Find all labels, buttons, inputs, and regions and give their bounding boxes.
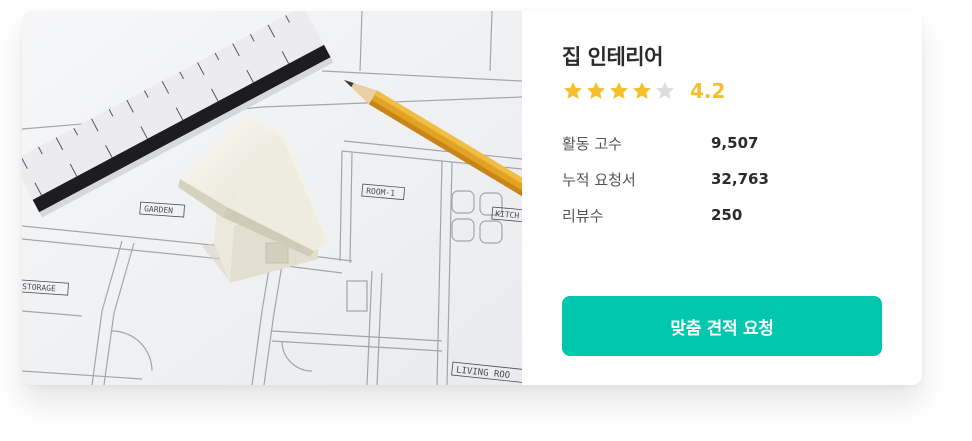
star-filled-icon (633, 82, 651, 99)
stat-label: 누적 요청서 (562, 170, 636, 189)
request-quote-button[interactable]: 맞춤 견적 요청 (562, 296, 882, 356)
stat-row-requests: 누적 요청서 32,763 (562, 161, 882, 197)
category-title: 집 인테리어 (562, 45, 663, 69)
stat-label: 활동 고수 (562, 134, 622, 153)
category-card[interactable]: GARDEN ROOM-1 KITCH STORAGE LIVING ROO 집… (22, 11, 922, 385)
stat-row-reviews: 리뷰수 250 (562, 197, 882, 233)
star-filled-icon (564, 82, 582, 99)
category-photo: GARDEN ROOM-1 KITCH STORAGE LIVING ROO (22, 11, 522, 385)
stat-value: 9,507 (711, 134, 759, 152)
blueprint-house-illustration: GARDEN ROOM-1 KITCH STORAGE LIVING ROO (22, 11, 522, 385)
stats-list: 활동 고수 9,507 누적 요청서 32,763 리뷰수 250 (562, 125, 882, 233)
category-info: 집 인테리어 4.2 활동 고수 9,507 누적 요청서 32,763 리뷰수… (522, 11, 922, 385)
star-filled-icon (610, 82, 628, 99)
rating: 4.2 (562, 79, 882, 103)
stat-value: 32,763 (711, 170, 769, 188)
rating-value: 4.2 (690, 79, 726, 103)
stat-label: 리뷰수 (562, 206, 604, 225)
star-empty-icon (656, 82, 674, 99)
star-rating (562, 80, 676, 102)
stat-row-experts: 활동 고수 9,507 (562, 125, 882, 161)
stat-value: 250 (711, 206, 743, 224)
star-filled-icon (587, 82, 605, 99)
